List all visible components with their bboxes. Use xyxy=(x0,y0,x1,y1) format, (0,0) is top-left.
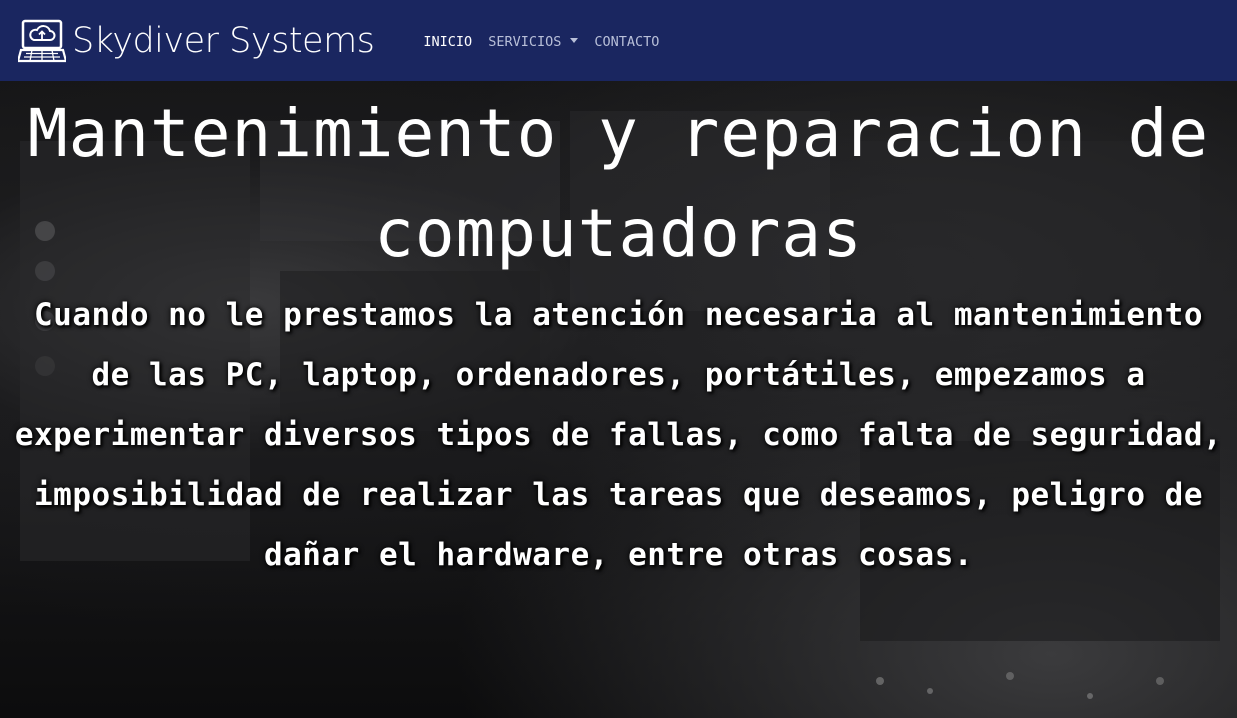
hero-description: Cuando no le prestamos la atención neces… xyxy=(14,297,1223,573)
hero-title: Mantenimiento y reparacion de computador… xyxy=(27,95,1210,272)
cloud-laptop-icon xyxy=(18,19,66,62)
caret-down-icon xyxy=(570,37,579,43)
nav-link-inicio-label: INICIO xyxy=(423,33,473,50)
nav-link-servicios-dropdown[interactable]: SERVICIOS xyxy=(488,33,579,50)
nav-link-inicio[interactable]: INICIO xyxy=(423,34,472,50)
nav-link-servicios-label: SERVICIOS xyxy=(488,33,562,50)
top-navbar: Skydiver Systems INICIO SERVICIOS CONTAC… xyxy=(0,0,1237,81)
nav-link-contacto[interactable]: CONTACTO xyxy=(594,34,659,50)
hero-section: Mantenimiento y reparacion de computador… xyxy=(0,81,1237,718)
nav-link-contacto-label: CONTACTO xyxy=(594,33,660,50)
brand-name: Skydiver Systems xyxy=(72,20,375,61)
brand-link[interactable]: Skydiver Systems xyxy=(18,19,375,63)
nav-links: INICIO SERVICIOS CONTACTO xyxy=(423,34,675,50)
hero-content: Mantenimiento y reparacion de computador… xyxy=(0,81,1237,585)
